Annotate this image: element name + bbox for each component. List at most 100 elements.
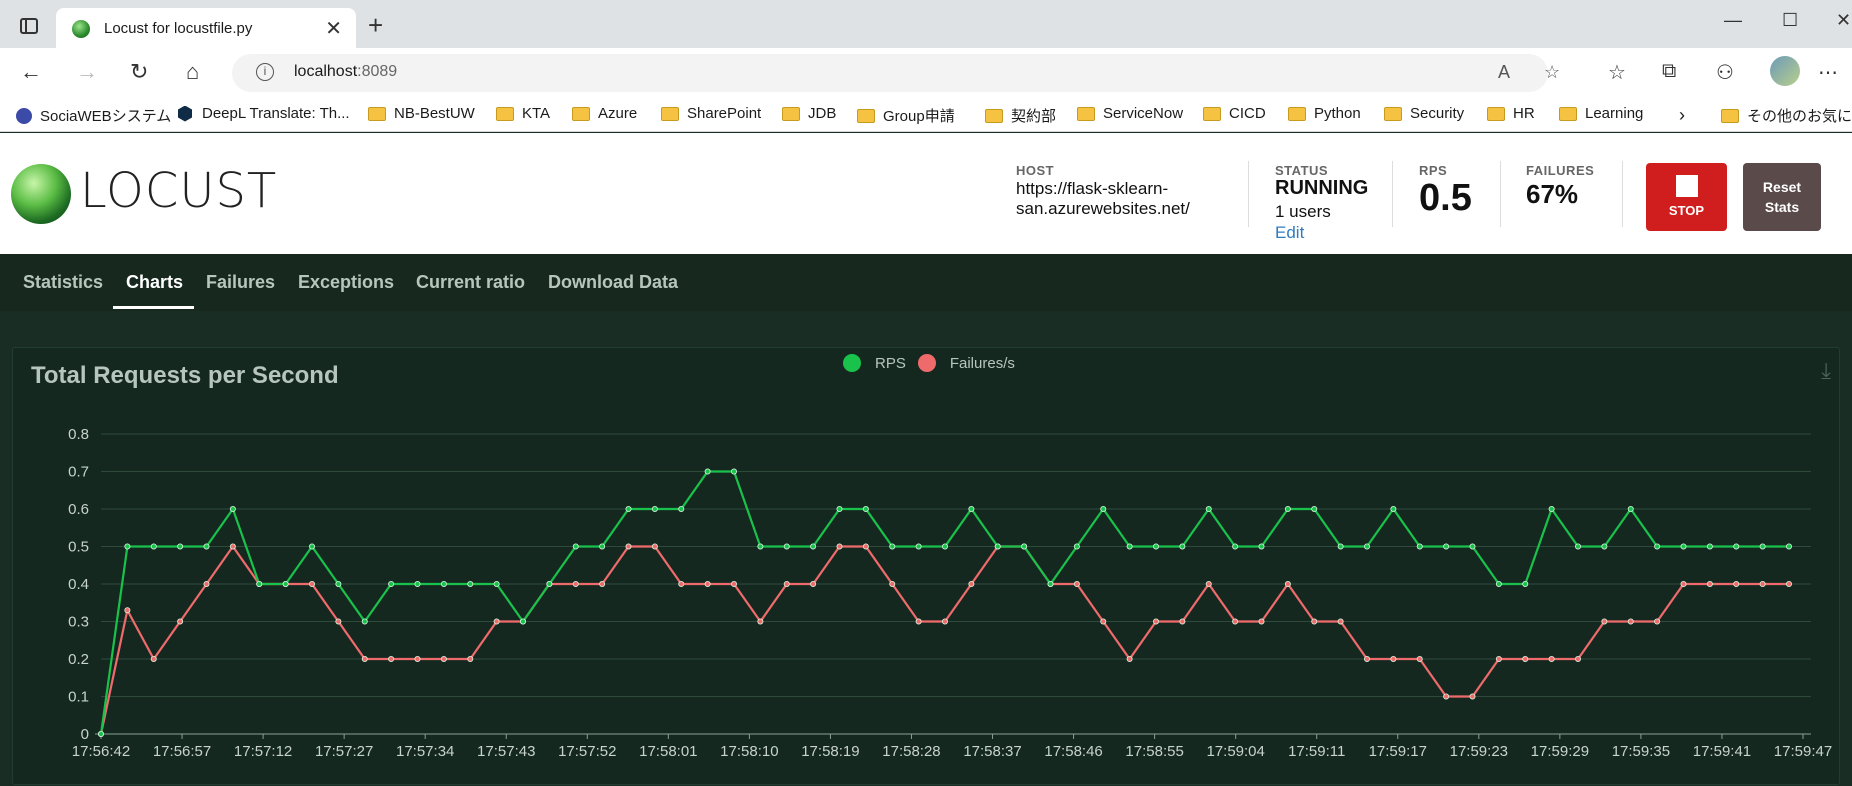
failures-data-point [1680,580,1687,587]
legend-item-rps[interactable]: RPS [843,354,906,372]
url-input[interactable]: i localhost:8089 A ☆ [232,54,1560,92]
read-aloud-icon[interactable]: A [1498,62,1510,83]
bookmark-label: SociaWEBシステム [40,108,172,125]
bookmark-folder[interactable]: Learning [1559,105,1643,122]
stop-icon [1675,175,1698,197]
rps-data-point [1126,543,1133,550]
tab-charts[interactable]: Charts [126,272,183,293]
bookmark-folder[interactable]: KTA [496,105,550,122]
back-icon[interactable]: ← [20,59,42,85]
rps-data-point [1021,543,1028,550]
collections-icon[interactable]: ⧉ [1662,60,1676,83]
failures-data-point [783,580,790,587]
failures-data-point [335,618,342,625]
locust-logo-icon [11,164,71,224]
bookmark-label: KTA [522,105,551,122]
bookmark-folder[interactable]: Python [1288,105,1361,122]
bookmark-label: Azure [598,105,638,122]
rps-data-point [651,505,658,512]
rps-data-point [1522,580,1529,587]
failures-data-point [1153,618,1160,625]
reset-stats-button[interactable]: Reset Stats [1743,163,1821,231]
failures-data-point [1627,618,1634,625]
legend-failures-label: Failures/s [949,354,1015,372]
failures-data-point [1126,655,1133,662]
x-tick-label: 17:59:04 [1206,743,1264,760]
add-favorite-icon[interactable]: ☆ [1544,62,1560,83]
rps-data-point [493,580,500,587]
x-tick-label: 17:58:46 [1044,743,1102,760]
bookmark-folder[interactable]: NB-BestUW [368,105,475,122]
bookmark-folder[interactable]: CICD [1203,105,1266,122]
reload-icon[interactable]: ↻ [130,59,148,85]
download-icon[interactable]: ⤓ [1821,358,1831,384]
bookmark-folder[interactable]: Azure [572,105,637,122]
more-menu-icon[interactable]: ⋯ [1818,60,1838,85]
bookmark-folder[interactable]: SharePoint [661,105,761,122]
socia-icon [16,107,32,124]
bookmark-folder[interactable]: JDB [782,105,836,122]
bookmark-item[interactable]: DeepL Translate: Th... [178,105,350,122]
bookmark-label: NB-BestUW [394,105,475,122]
minimize-icon[interactable]: — [1724,10,1742,31]
close-tab-icon[interactable]: ✕ [325,16,342,41]
bookmark-folder[interactable]: その他のお気に入 [1721,105,1852,126]
tab-actions-icon[interactable] [20,18,38,34]
failures-data-point [757,618,764,625]
info-icon[interactable]: i [256,63,274,81]
extensions-icon[interactable]: ⚇ [1716,60,1734,85]
legend-rps-label: RPS [875,354,906,372]
failures-data-point [1416,655,1423,662]
bookmark-label: HR [1513,105,1535,122]
bookmark-folder[interactable]: 契約部 [985,105,1056,126]
failures-data-point [150,655,157,662]
y-tick-label: 0 [81,726,89,743]
more-bookmarks-icon[interactable]: › [1679,105,1685,126]
legend-item-failures[interactable]: Failures/s [917,354,1015,372]
failures-data-point [1759,580,1766,587]
legend-failures-marker-icon [917,354,936,372]
rps-data-point [98,730,105,737]
chart-panel: 0 0.1 0.2 0.3 0.4 0.5 0.6 0.7 0.8 17:56:42 17:56:5… [12,347,1840,785]
stop-button[interactable]: STOP [1646,163,1727,231]
home-icon[interactable]: ⌂ [186,59,199,85]
maximize-icon[interactable]: ☐ [1782,10,1798,31]
favorites-icon[interactable]: ☆ [1608,60,1626,85]
bookmark-label: JDB [808,105,837,122]
x-tick-label: 17:59:11 [1288,743,1345,760]
new-tab-icon[interactable]: + [368,10,383,41]
tab-statistics[interactable]: Statistics [23,272,103,293]
folder-icon [1203,106,1221,121]
divider [1392,161,1393,227]
rps-data-point [572,543,579,550]
x-tick-label: 17:58:55 [1125,743,1183,760]
x-tick-label: 17:57:12 [234,743,292,760]
bookmark-folder[interactable]: ServiceNow [1077,105,1183,122]
edit-users-link[interactable]: Edit [1275,223,1304,243]
profile-avatar[interactable] [1770,56,1800,86]
folder-icon [1487,106,1505,121]
bookmark-item[interactable]: SociaWEBシステム [16,105,171,126]
browser-tab[interactable]: Locust for locustfile.py ✕ [56,8,356,48]
active-tab-indicator [113,306,194,309]
rps-data-point [1073,543,1080,550]
y-tick-label: 0.7 [68,464,89,481]
tab-download-data[interactable]: Download Data [548,272,678,293]
rps-data-point [229,505,236,512]
folder-icon [496,106,514,121]
failures-series-line [99,545,1789,735]
close-window-icon[interactable]: ✕ [1836,10,1851,31]
failures-data-point [177,618,184,625]
rps-data-point [968,505,975,512]
forward-icon[interactable]: → [76,59,98,85]
tab-current-ratio[interactable]: Current ratio [416,272,525,293]
browser-tabbar: Locust for locustfile.py ✕ + — ☐ ✕ [0,0,1852,48]
bookmark-folder[interactable]: HR [1487,105,1535,122]
nav-tabs: Statistics Charts Failures Exceptions Cu… [0,254,1852,311]
bookmark-folder[interactable]: Group申請 [857,105,955,126]
tab-failures[interactable]: Failures [206,272,275,293]
rps-data-point [1443,543,1450,550]
failures-data-point [889,580,896,587]
bookmark-folder[interactable]: Security [1384,105,1464,122]
tab-exceptions[interactable]: Exceptions [298,272,394,293]
